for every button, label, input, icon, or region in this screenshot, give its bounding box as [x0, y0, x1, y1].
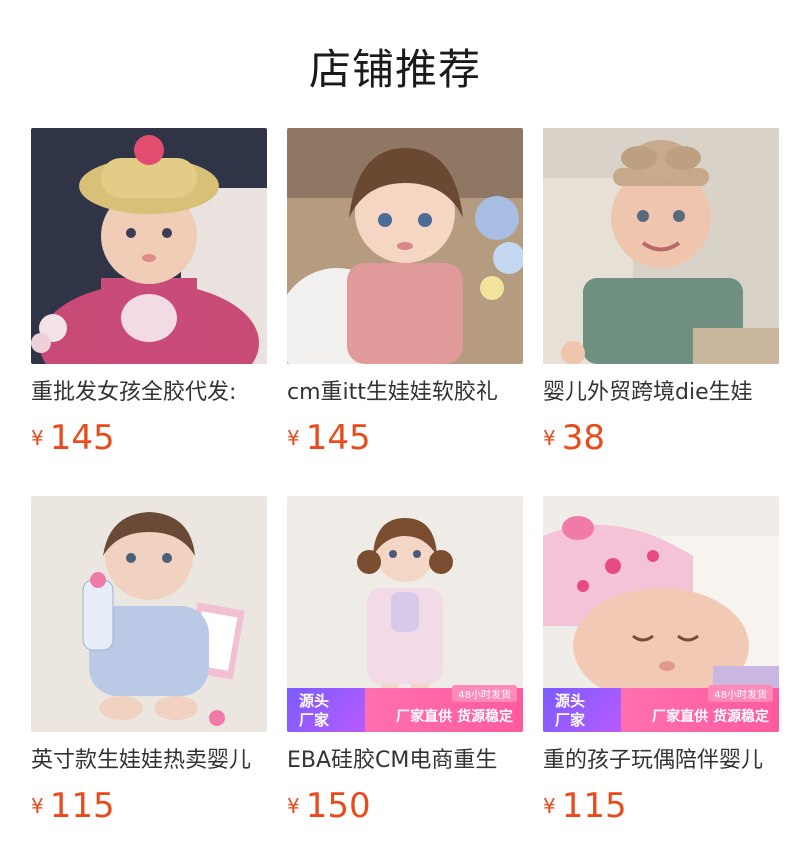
product-name[interactable]: 婴儿外贸跨境die生娃: [543, 378, 779, 408]
product-image[interactable]: [31, 496, 267, 732]
currency-symbol: ¥: [287, 794, 300, 818]
product-image[interactable]: 源头 厂家 48小时发货 厂家直供 货源稳定: [287, 496, 523, 732]
price-value: 115: [49, 786, 115, 826]
product-card[interactable]: 婴儿外贸跨境die生娃 ¥38: [543, 128, 779, 458]
promo-banner: 源头 厂家 48小时发货 厂家直供 货源稳定: [287, 685, 523, 732]
promo-source-line2: 厂家: [299, 711, 330, 729]
price-value: 145: [305, 418, 371, 458]
product-card[interactable]: cm重itt生娃娃软胶礼 ¥145: [287, 128, 523, 458]
product-image[interactable]: [543, 128, 779, 364]
currency-symbol: ¥: [287, 426, 300, 450]
product-name[interactable]: 英寸款生娃娃热卖婴儿: [31, 746, 267, 776]
promo-text: 厂家直供 货源稳定: [652, 709, 769, 725]
price-value: 145: [49, 418, 115, 458]
product-price: ¥145: [31, 418, 267, 458]
price-value: 115: [561, 786, 627, 826]
price-value: 150: [305, 786, 371, 826]
promo-shipping-tag: 48小时发货: [452, 685, 517, 702]
product-card[interactable]: 英寸款生娃娃热卖婴儿 ¥115: [31, 496, 267, 826]
promo-source-badge: 源头 厂家: [287, 688, 365, 732]
price-value: 38: [561, 418, 605, 458]
promo-source-line1: 源头: [555, 692, 586, 710]
promo-text: 厂家直供 货源稳定: [396, 709, 513, 725]
promo-shipping-tag: 48小时发货: [708, 685, 773, 702]
currency-symbol: ¥: [543, 794, 556, 818]
promo-source-line1: 源头: [299, 692, 330, 710]
promo-source-line2: 厂家: [555, 711, 586, 729]
product-price: ¥145: [287, 418, 523, 458]
product-image[interactable]: [287, 128, 523, 364]
product-card[interactable]: 重批发女孩全胶代发: ¥145: [31, 128, 267, 458]
currency-symbol: ¥: [543, 426, 556, 450]
product-price: ¥150: [287, 786, 523, 826]
product-name[interactable]: cm重itt生娃娃软胶礼: [287, 378, 523, 408]
currency-symbol: ¥: [31, 426, 44, 450]
product-price: ¥115: [543, 786, 779, 826]
product-price: ¥38: [543, 418, 779, 458]
product-card[interactable]: 源头 厂家 48小时发货 厂家直供 货源稳定 EBA硅胶CM电商重生 ¥150: [287, 496, 523, 826]
product-image[interactable]: [31, 128, 267, 364]
product-name[interactable]: EBA硅胶CM电商重生: [287, 746, 523, 776]
product-price: ¥115: [31, 786, 267, 826]
product-name[interactable]: 重的孩子玩偶陪伴婴儿: [543, 746, 779, 776]
currency-symbol: ¥: [31, 794, 44, 818]
section-title: 店铺推荐: [308, 45, 481, 94]
promo-source-badge: 源头 厂家: [543, 688, 621, 732]
product-card[interactable]: 源头 厂家 48小时发货 厂家直供 货源稳定 重的孩子玩偶陪伴婴儿 ¥115: [543, 496, 779, 826]
promo-banner: 源头 厂家 48小时发货 厂家直供 货源稳定: [543, 685, 779, 732]
product-image[interactable]: 源头 厂家 48小时发货 厂家直供 货源稳定: [543, 496, 779, 732]
product-name[interactable]: 重批发女孩全胶代发:: [31, 378, 267, 408]
